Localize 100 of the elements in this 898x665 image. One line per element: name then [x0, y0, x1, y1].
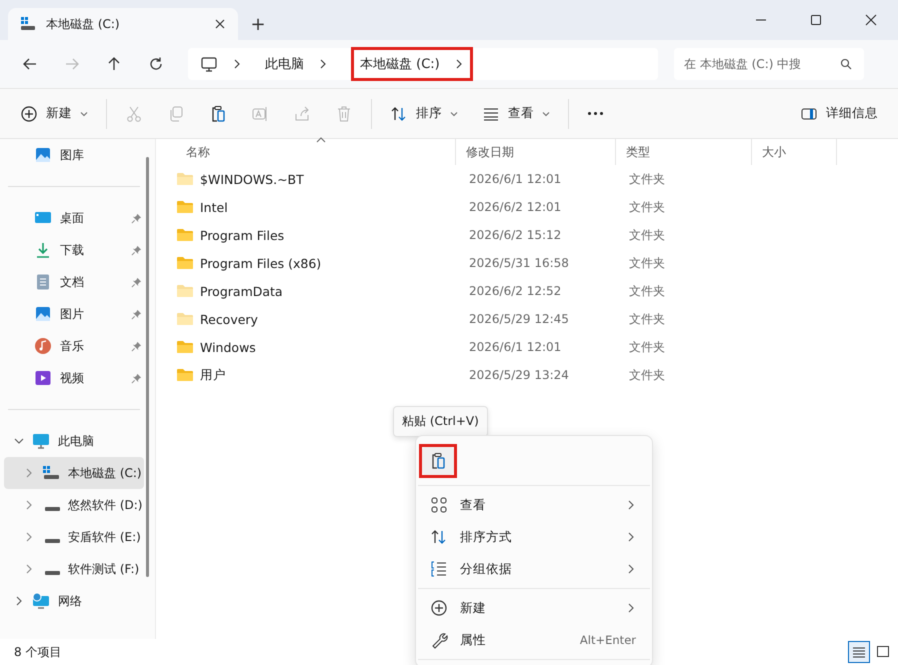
sidebar-item[interactable]: 图库 [4, 139, 144, 171]
type-cell: 文件夹 [629, 366, 665, 384]
breadcrumb[interactable]: 本地磁盘 (C:) [360, 55, 440, 73]
date-cell: 2026/5/29 12:45 [469, 312, 569, 326]
video-icon [34, 369, 52, 387]
pin-icon[interactable] [131, 276, 142, 288]
new-button[interactable]: 新建 [8, 98, 100, 128]
rename-icon [251, 104, 269, 122]
column-header[interactable]: 修改日期 [456, 139, 616, 165]
back-arrow-icon[interactable] [22, 56, 38, 72]
drive-icon [45, 539, 60, 543]
sort-arrows-icon [390, 104, 408, 122]
window-tab[interactable]: 本地磁盘 (C:) [8, 8, 238, 40]
tree-item[interactable]: 安盾软件 (E:) [4, 521, 144, 553]
tab-title: 本地磁盘 (C:) [46, 16, 121, 32]
sidebar-label: 下载 [60, 242, 85, 258]
trash-icon [335, 104, 353, 122]
pin-icon[interactable] [131, 244, 142, 256]
breadcrumb[interactable]: 此电脑 [265, 55, 304, 73]
up-arrow-icon[interactable] [106, 56, 122, 72]
view-button[interactable]: 查看 [470, 98, 562, 128]
menu-item[interactable]: 排序方式 [416, 521, 652, 553]
plus-circle-icon [20, 104, 38, 122]
sidebar-item[interactable]: 音乐 [4, 330, 144, 362]
details-view-button[interactable] [848, 641, 870, 663]
pin-icon[interactable] [131, 340, 142, 352]
file-name[interactable]: Recovery [200, 312, 258, 326]
drive-icon [45, 507, 60, 511]
sidebar-label: 文档 [60, 274, 85, 290]
sidebar-item[interactable]: 视频 [4, 362, 144, 394]
tree-item[interactable]: 此电脑 [4, 425, 144, 457]
address-bar[interactable]: 此电脑 本地磁盘 (C:) [188, 48, 658, 80]
file-name[interactable]: 用户 [200, 366, 226, 384]
document-icon [34, 273, 52, 291]
tree-item[interactable]: 本地磁盘 (C:) [4, 457, 144, 489]
more-icon [588, 112, 603, 114]
sidebar-label: 桌面 [60, 210, 85, 226]
tree-item[interactable]: 软件测试 (F:) [4, 553, 144, 585]
menu-item[interactable]: 属性 Alt+Enter [416, 624, 652, 656]
sort-caret-icon [316, 137, 326, 143]
menu-item[interactable]: 分组依据 [416, 553, 652, 585]
file-name[interactable]: Intel [200, 200, 228, 214]
scrollbar[interactable] [146, 157, 149, 577]
tree-item[interactable]: 悠然软件 (D:) [4, 489, 144, 521]
sidebar-item[interactable]: 图片 [4, 298, 144, 330]
music-icon [34, 337, 52, 355]
file-name[interactable]: Program Files [200, 228, 284, 242]
pin-icon[interactable] [131, 308, 142, 320]
monitor-icon [200, 55, 218, 73]
tree-label: 此电脑 [58, 432, 95, 450]
new-tab-button[interactable]: + [238, 8, 278, 40]
chevron-icon[interactable] [14, 436, 24, 446]
menu-item[interactable]: 查看 [416, 489, 652, 521]
date-cell: 2026/6/1 12:01 [469, 340, 562, 354]
gallery-icon [34, 146, 52, 164]
tree-item[interactable]: 网络 [4, 585, 144, 617]
drive-icon [45, 571, 60, 575]
column-header[interactable]: 名称 [176, 139, 456, 165]
drive-icon [20, 16, 36, 32]
chevron-icon[interactable] [232, 59, 242, 69]
tile-view-icon [876, 645, 890, 659]
sort-button[interactable]: 排序 [378, 98, 470, 128]
chevron-icon[interactable] [318, 59, 328, 69]
type-cell: 文件夹 [629, 338, 665, 356]
file-name[interactable]: ProgramData [200, 284, 283, 298]
shortcut-label: Alt+Enter [580, 633, 636, 647]
date-cell: 2026/6/2 15:12 [469, 228, 562, 242]
sidebar-item[interactable]: 下载 [4, 234, 144, 266]
menu-item[interactable]: 新建 [416, 592, 652, 624]
monitor-icon [32, 432, 50, 450]
date-cell: 2026/6/2 12:01 [469, 200, 562, 214]
close-icon[interactable] [865, 14, 877, 26]
column-header[interactable]: 大小 [752, 139, 837, 165]
maximize-icon[interactable] [810, 14, 822, 26]
file-name[interactable]: Windows [200, 340, 256, 354]
close-icon[interactable] [214, 18, 226, 30]
picture-icon [34, 305, 52, 323]
tree-label: 本地磁盘 (C:) [68, 464, 143, 482]
sidebar-label: 图库 [60, 146, 85, 164]
column-header[interactable]: 类型 [616, 139, 752, 165]
date-cell: 2026/6/2 12:52 [469, 284, 562, 298]
download-icon [34, 241, 52, 259]
type-cell: 文件夹 [629, 254, 665, 272]
list-view-icon [852, 645, 866, 659]
pin-icon[interactable] [131, 212, 142, 224]
pin-icon[interactable] [131, 372, 142, 384]
search-field[interactable]: 在 本地磁盘 (C:) 中搜 [674, 48, 864, 80]
item-count: 8 个项目 [14, 644, 62, 660]
chevron-icon[interactable] [454, 59, 464, 69]
tree-label: 网络 [58, 592, 83, 610]
refresh-icon[interactable] [148, 56, 164, 72]
sidebar-item[interactable]: 文档 [4, 266, 144, 298]
file-name[interactable]: $WINDOWS.~BT [200, 172, 304, 186]
drive-icon [42, 464, 60, 482]
details-pane-button[interactable]: 详细信息 [788, 98, 890, 128]
chevron-icon[interactable] [14, 596, 24, 606]
forward-arrow-icon[interactable] [64, 56, 80, 72]
type-cell: 文件夹 [629, 226, 665, 244]
sidebar-item[interactable]: 桌面 [4, 202, 144, 234]
file-name[interactable]: Program Files (x86) [200, 256, 322, 270]
